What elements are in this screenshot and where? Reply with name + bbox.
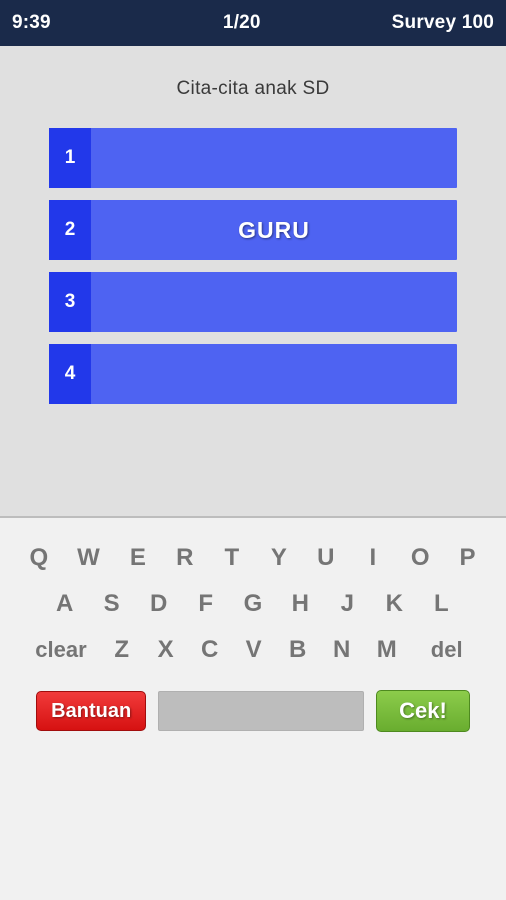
status-bar: 9:39 1/20 Survey 100 <box>0 0 506 46</box>
key-y[interactable]: Y <box>270 544 288 572</box>
key-m[interactable]: M <box>377 636 397 664</box>
key-f[interactable]: F <box>197 590 215 618</box>
check-button[interactable]: Cek! <box>376 690 470 732</box>
app-title: Survey 100 <box>391 12 494 33</box>
keyboard-row-2: A S D F G H J K L <box>0 590 506 618</box>
key-c[interactable]: C <box>201 636 219 664</box>
key-l[interactable]: L <box>432 590 450 618</box>
key-j[interactable]: J <box>338 590 356 618</box>
key-z[interactable]: Z <box>113 636 131 664</box>
key-d[interactable]: D <box>150 590 168 618</box>
key-k[interactable]: K <box>385 590 403 618</box>
key-r[interactable]: R <box>176 544 194 572</box>
key-o[interactable]: O <box>411 544 430 572</box>
key-n[interactable]: N <box>333 636 351 664</box>
key-i[interactable]: I <box>364 544 382 572</box>
keyboard-row-1: Q W E R T Y U I O P <box>0 544 506 572</box>
answer-text <box>91 344 457 404</box>
key-q[interactable]: Q <box>30 544 49 572</box>
key-t[interactable]: T <box>223 544 241 572</box>
question-text: Cita-cita anak SD <box>176 78 330 99</box>
answer-row[interactable]: 2 GURU <box>49 200 457 260</box>
key-p[interactable]: P <box>459 544 477 572</box>
answer-text: GURU <box>238 216 310 243</box>
clock-label: 9:39 <box>12 12 51 33</box>
question-area: Cita-cita anak SD 1 2 GURU 3 4 <box>0 46 506 516</box>
key-h[interactable]: H <box>291 590 309 618</box>
answer-number: 4 <box>49 344 91 404</box>
answer-text <box>91 128 457 188</box>
answer-row[interactable]: 1 <box>49 128 457 188</box>
key-v[interactable]: V <box>245 636 263 664</box>
key-b[interactable]: B <box>289 636 307 664</box>
help-button[interactable]: Bantuan <box>36 691 147 731</box>
key-x[interactable]: X <box>157 636 175 664</box>
app-root: 9:39 1/20 Survey 100 Cita-cita anak SD 1… <box>0 0 506 900</box>
key-u[interactable]: U <box>317 544 335 572</box>
answer-number: 2 <box>49 200 91 260</box>
answer-row[interactable]: 3 <box>49 272 457 332</box>
key-del[interactable]: del <box>423 637 471 663</box>
answer-input[interactable] <box>158 691 365 731</box>
key-s[interactable]: S <box>103 590 121 618</box>
answer-row[interactable]: 4 <box>49 344 457 404</box>
bottom-bar: Bantuan Cek! <box>0 690 506 732</box>
answer-list: 1 2 GURU 3 4 <box>49 128 457 416</box>
key-w[interactable]: W <box>77 544 100 572</box>
answer-text <box>91 272 457 332</box>
answer-number: 1 <box>49 128 91 188</box>
key-clear[interactable]: clear <box>35 637 86 663</box>
keyboard-row-3: clear Z X C V B N M del <box>0 636 506 664</box>
key-e[interactable]: E <box>129 544 147 572</box>
key-a[interactable]: A <box>56 590 74 618</box>
answer-number: 3 <box>49 272 91 332</box>
question-progress-label: 1/20 <box>222 12 261 33</box>
keyboard-panel: Q W E R T Y U I O P A S D F G H J K L cl… <box>0 516 506 900</box>
key-g[interactable]: G <box>244 590 263 618</box>
